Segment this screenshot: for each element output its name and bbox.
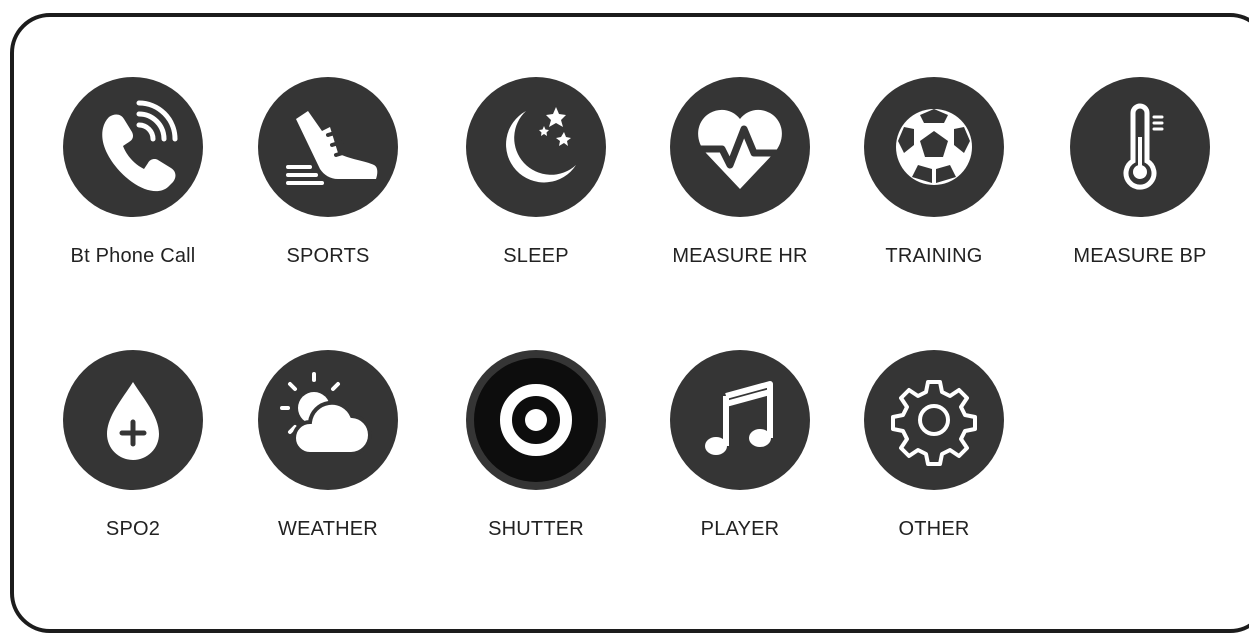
menu-item-label: SHUTTER [488,518,584,540]
music-note-icon [670,350,810,490]
phone-call-icon [63,77,203,217]
menu-item-label: MEASURE BP [1073,245,1207,267]
sun-cloud-icon [258,350,398,490]
shutter-target-icon [466,350,606,490]
menu-item-label: WEATHER [278,518,378,540]
running-shoe-icon [258,77,398,217]
menu-item-label: SLEEP [503,245,569,267]
menu-item-label: Bt Phone Call [70,245,196,267]
thermometer-icon [1070,77,1210,217]
menu-item-label: SPORTS [286,245,370,267]
gear-icon [864,350,1004,490]
moon-stars-icon [466,77,606,217]
menu-item-label: TRAINING [885,245,983,267]
menu-item-label: OTHER [898,518,970,540]
menu-item-label: MEASURE HR [672,245,808,267]
heart-rate-icon [670,77,810,217]
menu-item-label: PLAYER [700,518,780,540]
soccer-ball-icon [864,77,1004,217]
blood-drop-plus-icon [63,350,203,490]
menu-item-label: SPO2 [105,518,161,540]
